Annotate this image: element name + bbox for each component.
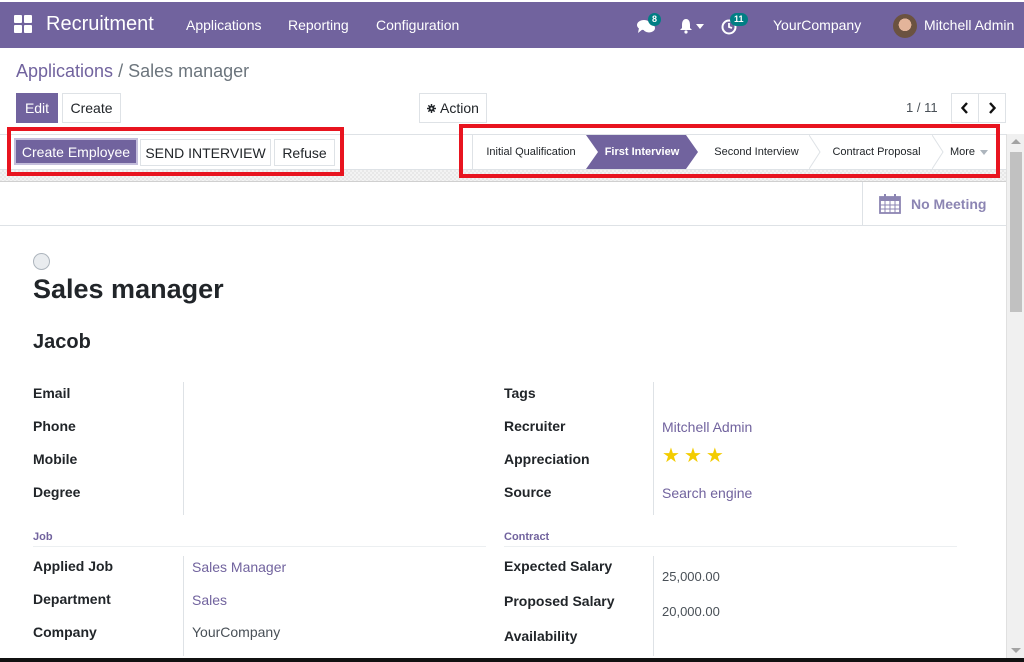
pager-next-button[interactable] xyxy=(978,93,1006,123)
action-label: Action xyxy=(440,100,479,116)
scroll-down-arrow-icon[interactable] xyxy=(1011,648,1021,653)
stage-label: Initial Qualification xyxy=(486,146,576,158)
star-icon[interactable]: ★ xyxy=(706,446,724,466)
field-divider xyxy=(183,382,184,515)
appreciation-label: Appreciation xyxy=(504,451,590,467)
proposed-salary-label: Proposed Salary xyxy=(504,593,615,609)
degree-label: Degree xyxy=(33,484,81,500)
top-navbar: Recruitment Applications Reporting Confi… xyxy=(0,2,1024,48)
job-group-title: Job xyxy=(33,531,53,543)
stage-separator xyxy=(932,135,944,169)
record-title: Sales manager xyxy=(33,274,224,304)
field-divider xyxy=(653,382,654,515)
smart-button-bar: No Meeting xyxy=(0,182,1006,226)
applicant-name: Jacob xyxy=(33,331,91,353)
pager-value[interactable]: 1 / 11 xyxy=(906,100,938,115)
recruiter-label: Recruiter xyxy=(504,418,566,434)
stage-first-interview[interactable]: First Interview xyxy=(586,135,698,169)
field-divider xyxy=(183,556,184,656)
caret-down-icon xyxy=(980,149,989,155)
form-sheet: No Meeting Sales manager Jacob Email Pho… xyxy=(0,182,1006,662)
stage-label: Second Interview xyxy=(714,146,799,158)
user-menu[interactable]: Mitchell Admin xyxy=(924,17,1014,33)
stage-separator xyxy=(809,135,821,169)
department-label: Department xyxy=(33,591,111,607)
company-label: Company xyxy=(33,624,97,640)
gear-icon xyxy=(427,103,437,113)
stage-label: First Interview xyxy=(604,146,680,158)
email-label: Email xyxy=(33,385,71,401)
stage-label: Contract Proposal xyxy=(832,146,921,158)
applied-job-label: Applied Job xyxy=(33,558,114,574)
meeting-smart-button[interactable]: No Meeting xyxy=(862,182,1006,225)
breadcrumb-parent[interactable]: Applications xyxy=(16,61,113,81)
chevron-left-icon xyxy=(961,102,968,114)
menu-reporting[interactable]: Reporting xyxy=(288,17,349,33)
company-switcher[interactable]: YourCompany xyxy=(773,17,861,33)
applied-job-field[interactable]: Sales Manager xyxy=(192,559,286,575)
bell-icon xyxy=(680,19,692,34)
tags-label: Tags xyxy=(504,385,536,401)
notifications-button[interactable] xyxy=(679,17,705,35)
menu-applications[interactable]: Applications xyxy=(186,17,262,33)
vertical-scrollbar[interactable] xyxy=(1006,134,1024,662)
department-field[interactable]: Sales xyxy=(192,592,227,608)
app-name[interactable]: Recruitment xyxy=(46,13,154,36)
edit-button[interactable]: Edit xyxy=(16,93,58,123)
activities-count-badge: 11 xyxy=(730,13,748,26)
messages-count-badge: 8 xyxy=(648,13,662,26)
create-employee-button[interactable]: Create Employee xyxy=(14,138,138,165)
breadcrumb-current: Sales manager xyxy=(128,61,250,81)
chevron-right-icon xyxy=(989,102,996,114)
scrollbar-thumb[interactable] xyxy=(1010,152,1022,312)
stage-initial-qualification[interactable]: Initial Qualification xyxy=(473,135,589,169)
stage-contract-proposal[interactable]: Contract Proposal xyxy=(815,135,944,169)
window-bottom-edge xyxy=(0,658,1024,662)
create-button[interactable]: Create xyxy=(62,93,121,123)
stage-second-interview[interactable]: Second Interview xyxy=(698,135,821,169)
mobile-label: Mobile xyxy=(33,451,78,467)
expected-salary-label: Expected Salary xyxy=(504,558,613,574)
star-icon[interactable]: ★ xyxy=(662,446,680,466)
source-field[interactable]: Search engine xyxy=(662,485,752,501)
menu-configuration[interactable]: Configuration xyxy=(376,17,459,33)
phone-label: Phone xyxy=(33,418,76,434)
expected-salary-field[interactable]: 25,000.00 xyxy=(662,569,720,584)
proposed-salary-field[interactable]: 20,000.00 xyxy=(662,604,720,619)
star-icon[interactable]: ★ xyxy=(684,446,702,466)
calendar-icon xyxy=(879,193,901,214)
refuse-button[interactable]: Refuse xyxy=(274,139,335,166)
company-field[interactable]: YourCompany xyxy=(192,624,280,640)
scroll-up-arrow-icon[interactable] xyxy=(1011,139,1021,144)
group-divider xyxy=(33,546,486,547)
breadcrumb: Applications / Sales manager xyxy=(16,61,249,82)
breadcrumb-separator: / xyxy=(118,61,124,81)
pager-previous-button[interactable] xyxy=(951,93,979,123)
contract-group-title: Contract xyxy=(504,531,550,543)
availability-label: Availability xyxy=(504,628,578,644)
statusbar-divider xyxy=(0,170,1006,182)
group-divider xyxy=(504,546,957,547)
source-label: Source xyxy=(504,484,552,500)
field-divider xyxy=(653,556,654,656)
activities-button[interactable]: 11 xyxy=(721,13,749,36)
meeting-label: No Meeting xyxy=(911,195,987,212)
caret-down-icon xyxy=(696,24,704,29)
apps-menu-icon[interactable] xyxy=(14,15,32,33)
action-button[interactable]: Action xyxy=(419,93,487,123)
stage-more-label: More xyxy=(949,146,976,158)
stage-pipeline: Initial Qualification First Interview Se… xyxy=(472,135,1000,169)
priority-toggle[interactable] xyxy=(33,253,50,270)
messages-button[interactable]: 8 xyxy=(637,13,662,36)
send-interview-button[interactable]: SEND INTERVIEW xyxy=(140,139,271,166)
appreciation-stars: ★ ★ ★ xyxy=(662,446,724,466)
stage-more-dropdown[interactable]: More xyxy=(938,135,1000,169)
user-avatar[interactable] xyxy=(893,14,917,38)
recruiter-field[interactable]: Mitchell Admin xyxy=(662,419,752,435)
